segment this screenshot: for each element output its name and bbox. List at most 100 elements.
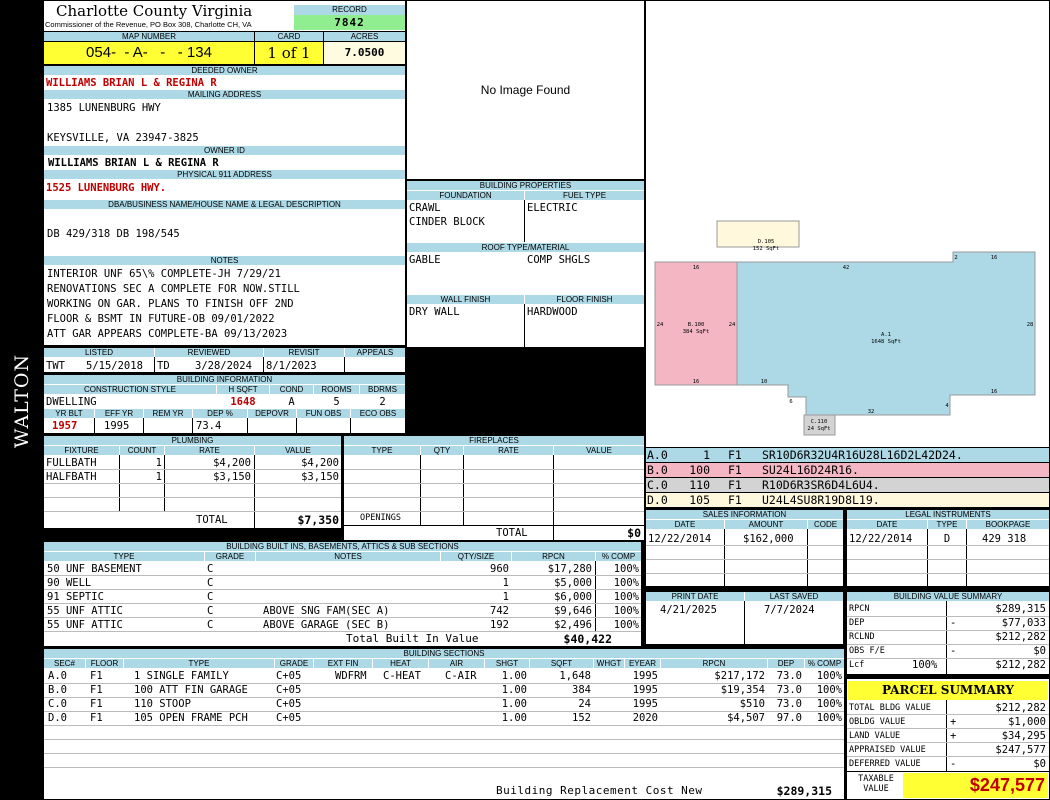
sketch-code: 105 [689, 494, 710, 506]
foundation-1: CRAWL [409, 202, 441, 214]
note-line: WORKING ON GAR. PLANS TO FINISH OFF 2ND [47, 298, 294, 310]
builtin-qty: 192 [490, 619, 509, 631]
revisit-date: 8/1/2023 [266, 360, 317, 372]
section-sqft: 1,648 [559, 670, 591, 682]
builtin-comp: 100% [613, 577, 639, 589]
sketch-floor: F1 [728, 494, 742, 506]
plumbing-count: 1 [155, 471, 162, 483]
section-comp: 100% [816, 698, 842, 710]
reviewed-label: REVIEWED [155, 348, 263, 357]
parcel-row-value: $0 [1033, 758, 1046, 770]
sales-col: DATE [646, 520, 724, 529]
plumbing-col: RATE [165, 446, 254, 455]
commissioner-address: Commissioner of the Revenue, PO Box 308,… [45, 20, 252, 29]
brcn-value: $289,315 [776, 785, 832, 797]
bdrms-label: BDRMS [360, 385, 405, 394]
section-dep: 73.0 [776, 684, 802, 696]
dimension-label: 42 [843, 265, 850, 271]
parcel-row-value: $212,282 [995, 702, 1046, 714]
ecoobs-label: ECO OBS [351, 409, 405, 418]
builtin-type: 55 UNF ATTIC [47, 605, 123, 617]
dimension-label: 24 [657, 322, 664, 328]
sketch-floor: F1 [728, 464, 742, 476]
summary-value: $212,282 [995, 631, 1046, 643]
section-extfin: WDFRM [335, 670, 367, 682]
reviewed-by: TD [157, 360, 170, 372]
builtin-grade: C [207, 605, 214, 617]
physical-address: 1525 LUNENBURG HWY. [46, 182, 167, 194]
sales-col: CODE [808, 520, 843, 529]
plumbing-total: $7,350 [297, 514, 339, 526]
dep-label: DEP % [193, 409, 247, 418]
dimension-label: 28 [1027, 322, 1034, 328]
deeded-owner: WILLIAMS BRIAN L & REGINA R [46, 77, 217, 89]
dimension-label: 2 [954, 255, 957, 261]
appeals-label: APPEALS [345, 348, 405, 357]
section-rpcn: $510 [739, 698, 765, 710]
roof-label: ROOF TYPE/MATERIAL [407, 243, 644, 252]
building-properties-label: BUILDING PROPERTIES [407, 181, 644, 190]
section-grade: C+05 [276, 698, 302, 710]
instrument-type: D [943, 533, 951, 545]
section-floor: F1 [90, 670, 103, 682]
section-comp: 100% [816, 684, 842, 696]
section-heat: C-HEAT [383, 670, 421, 682]
depreciation: 73.4 [196, 420, 222, 432]
foundation-2: CINDER BLOCK [409, 216, 485, 228]
section-eyear: 2020 [632, 712, 658, 724]
section-col: DEP [768, 659, 804, 668]
card-label: CARD [255, 32, 323, 41]
area-sqft: 1648 SqFt [871, 339, 901, 345]
builtin-notes: ABOVE SNG FAM(SEC A) [263, 605, 390, 617]
mailing-line2: KEYSVILLE, VA 23947-3825 [47, 132, 199, 144]
yrblt-label: YR BLT [44, 409, 94, 418]
parcel-row-value: $247,577 [995, 744, 1046, 756]
section-dep: 73.0 [776, 670, 802, 682]
summary-label: Lcf [849, 660, 865, 670]
sale-date: 12/22/2014 [648, 533, 712, 545]
sketch-sec: D.0 [647, 494, 668, 506]
plumbing-total-label: TOTAL [196, 514, 228, 526]
builtin-qty: 960 [490, 563, 509, 575]
note-line: RENOVATIONS SEC A COMPLETE FOR NOW.STILL [47, 283, 300, 295]
section-shgt: 1.00 [501, 670, 527, 682]
builtin-grade: C [207, 591, 214, 603]
section-grade: C+05 [276, 684, 302, 696]
builtin-rpcn: $2,496 [554, 619, 592, 631]
instrument-date: 12/22/2014 [849, 533, 913, 545]
parcel-row-label: LAND VALUE [849, 731, 901, 741]
builtins-total: $40,422 [563, 633, 612, 645]
reviewed-date: 3/28/2024 [195, 360, 252, 372]
area-label: D.105 [758, 239, 775, 245]
builtin-qty: 1 [502, 577, 509, 589]
section-sec: B.0 [48, 684, 67, 696]
foundation-label: FOUNDATION [407, 191, 524, 200]
section-dep: 73.0 [776, 698, 802, 710]
builtin-type: 55 UNF ATTIC [47, 619, 123, 631]
construction-style-label: CONSTRUCTION STYLE [44, 385, 216, 394]
plumbing-col: COUNT [120, 446, 164, 455]
section-col: SEC# [44, 659, 85, 668]
sketch-vectors: R10D6R3SR6D4L6U4. [762, 479, 880, 491]
acres-label: ACRES [324, 32, 405, 41]
depovr-label: DEPOVR [248, 409, 296, 418]
section-rpcn: $217,172 [714, 670, 765, 682]
roof-material: COMP SHGLS [527, 254, 591, 266]
section-shgt: 1.00 [501, 698, 527, 710]
section-eyear: 1995 [632, 684, 658, 696]
parcel-row-label: TOTAL BLDG VALUE [849, 703, 931, 713]
builtin-rpcn: $9,646 [554, 605, 592, 617]
note-line: FLOOR & BSMT IN FUTURE-OB 09/01/2022 [47, 313, 275, 325]
section-sec: D.0 [48, 712, 67, 724]
plumbing-label: PLUMBING [44, 436, 341, 445]
builtin-type: 90 WELL [47, 577, 92, 589]
building-properties-panel [407, 181, 644, 347]
builtin-type: 91 SEPTIC [47, 591, 104, 603]
area-label: C.110 [811, 419, 828, 425]
area-label: B.100 [688, 322, 705, 328]
area-sqft: 152 SqFt [753, 246, 780, 252]
builtin-comp: 100% [613, 563, 639, 575]
building-sketch: D.105 152 SqFt B.100 384 SqFt A.1 1648 S… [654, 220, 1036, 436]
cond-label: COND [270, 385, 313, 394]
section-eyear: 1995 [632, 698, 658, 710]
